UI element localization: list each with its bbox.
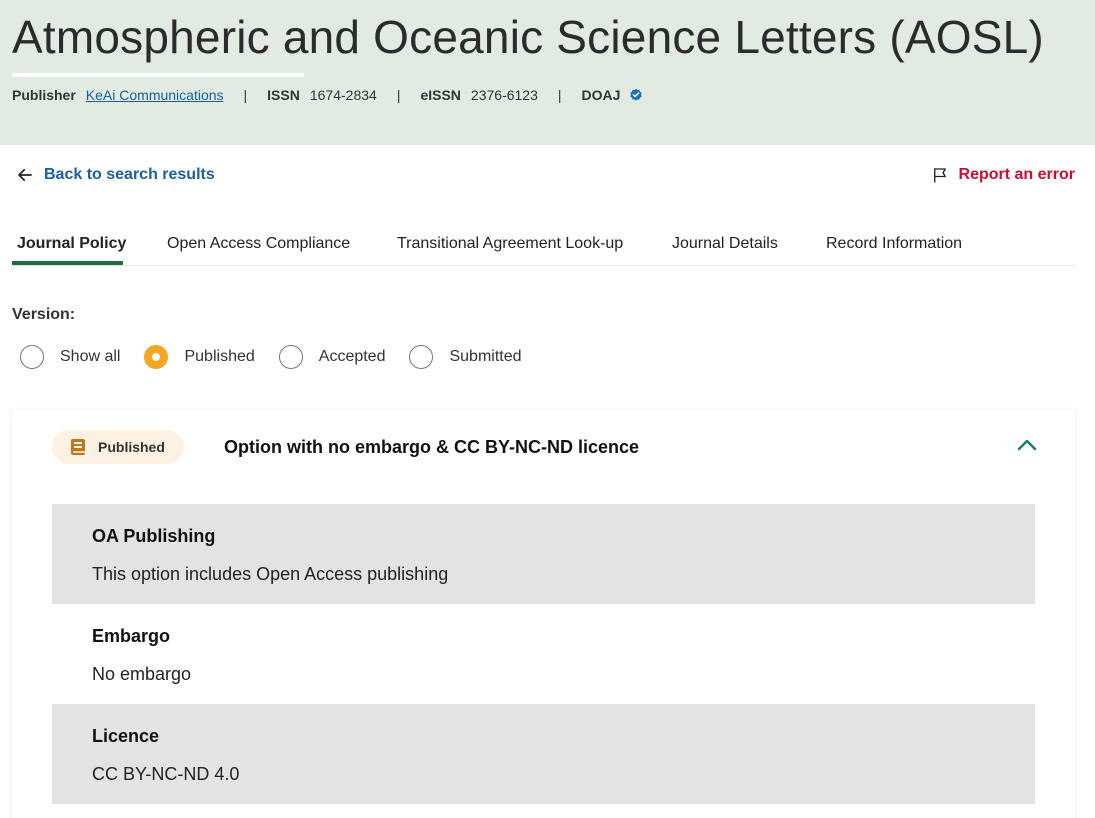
tab-journal-policy[interactable]: Journal Policy — [17, 235, 126, 253]
verified-badge-icon — [630, 88, 643, 101]
tab-bar: Journal Policy Open Access Compliance Tr… — [12, 226, 1075, 266]
policy-panel: Published Option with no embargo & CC BY… — [12, 410, 1075, 818]
book-icon — [71, 439, 85, 455]
policy-row-oa-publishing: OA Publishing This option includes Open … — [52, 504, 1035, 604]
policy-row-licence: Licence CC BY-NC-ND 4.0 — [52, 704, 1035, 804]
tab-journal-details[interactable]: Journal Details — [672, 235, 778, 253]
radio-label: Submitted — [449, 348, 522, 365]
eissn-value: 2376-6123 — [470, 87, 538, 103]
journal-header: Atmospheric and Oceanic Science Letters … — [0, 0, 1095, 145]
radio-accepted[interactable]: Accepted — [278, 345, 386, 369]
radio-circle-selected[interactable] — [144, 345, 169, 369]
meta-separator: | — [557, 87, 562, 103]
tab-record-information[interactable]: Record Information — [826, 235, 962, 253]
report-error-link[interactable]: Report an error — [931, 166, 1075, 184]
radio-label: Published — [184, 348, 255, 365]
meta-separator: | — [243, 87, 248, 103]
row-title: Licence — [92, 726, 160, 746]
publisher-label: Publisher — [12, 87, 76, 103]
doaj-label: DOAJ — [581, 87, 621, 103]
version-label: Version: — [12, 306, 76, 323]
radio-show-all[interactable]: Show all — [20, 345, 120, 369]
back-to-search-link[interactable]: Back to search results — [16, 166, 215, 184]
version-radio-group: Show all Published Accepted Submitted — [20, 345, 546, 369]
report-label: Report an error — [958, 166, 1075, 183]
policy-row-embargo: Embargo No embargo — [52, 604, 1035, 704]
journal-meta: Publisher KeAi Communications | ISSN 167… — [12, 87, 643, 103]
radio-circle[interactable] — [20, 345, 44, 369]
radio-circle[interactable] — [409, 345, 434, 369]
meta-separator: | — [396, 87, 401, 103]
publisher-link[interactable]: KeAi Communications — [86, 87, 224, 103]
journal-title: Atmospheric and Oceanic Science Letters … — [12, 11, 1044, 63]
tab-open-access-compliance[interactable]: Open Access Compliance — [167, 235, 350, 253]
row-value: This option includes Open Access publish… — [92, 564, 449, 584]
back-arrow-icon — [18, 168, 32, 182]
row-value: No embargo — [92, 664, 192, 684]
issn-label: ISSN — [267, 87, 300, 103]
row-title: OA Publishing — [92, 526, 216, 546]
radio-submitted[interactable]: Submitted — [409, 345, 522, 369]
policy-option-title: Option with no embargo & CC BY-NC-ND lic… — [224, 437, 640, 457]
badge-label: Published — [98, 439, 165, 455]
flag-icon — [933, 168, 946, 183]
row-value: CC BY-NC-ND 4.0 — [92, 764, 240, 784]
active-tab-indicator — [12, 261, 123, 265]
radio-circle[interactable] — [278, 345, 303, 369]
title-underline — [12, 73, 304, 77]
row-title: Embargo — [92, 626, 171, 646]
tab-transitional-agreement[interactable]: Transitional Agreement Look-up — [397, 235, 623, 253]
chevron-up-icon[interactable] — [1017, 438, 1037, 452]
back-label: Back to search results — [44, 166, 215, 183]
radio-label: Show all — [60, 348, 121, 365]
radio-published[interactable]: Published — [144, 345, 255, 369]
version-badge: Published — [52, 430, 184, 464]
eissn-label: eISSN — [420, 87, 461, 103]
issn-value: 1674-2834 — [309, 87, 377, 103]
radio-label: Accepted — [318, 348, 386, 365]
